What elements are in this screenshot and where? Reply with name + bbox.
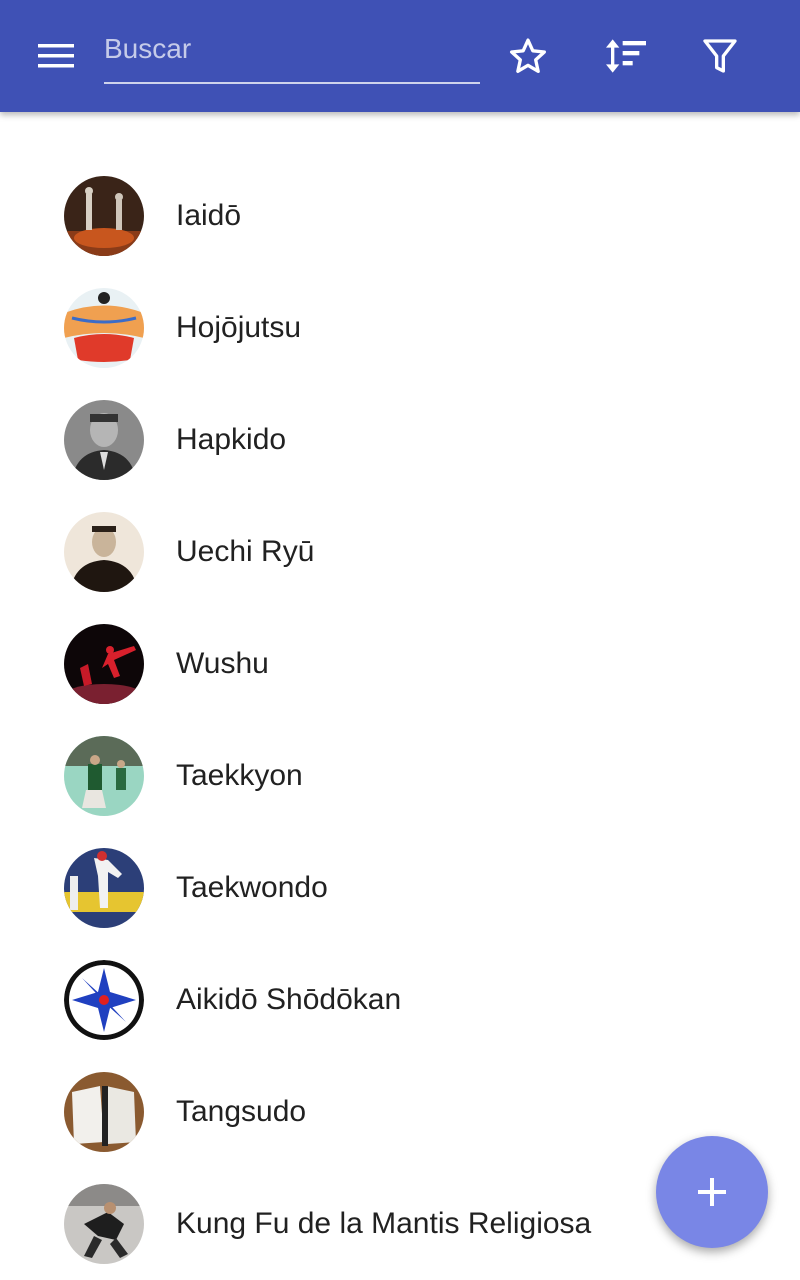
- avatar: [64, 288, 144, 368]
- avatar: [64, 736, 144, 816]
- list-item[interactable]: Uechi Ryū: [0, 496, 800, 608]
- avatar: [64, 1184, 144, 1264]
- sort-icon: [606, 39, 646, 73]
- list-item-label: Taekkyon: [176, 759, 303, 792]
- avatar: [64, 960, 144, 1040]
- list-item[interactable]: Taekkyon: [0, 720, 800, 832]
- list-item[interactable]: Hapkido: [0, 384, 800, 496]
- search-input[interactable]: [104, 26, 480, 72]
- filter-icon: [703, 39, 737, 73]
- list-item-label: Hojōjutsu: [176, 311, 302, 344]
- add-button[interactable]: [656, 1136, 768, 1248]
- list-item[interactable]: Hojōjutsu: [0, 272, 800, 384]
- avatar: [64, 1072, 144, 1152]
- list-item-label: Iaidō: [176, 199, 242, 232]
- list-item[interactable]: Iaidō: [0, 160, 800, 272]
- list-item[interactable]: Wushu: [0, 608, 800, 720]
- avatar: [64, 512, 144, 592]
- martial-arts-list: Iaidō Hojōjutsu Hapkido Uechi Ryū Wushu …: [0, 160, 800, 1280]
- menu-button[interactable]: [28, 32, 84, 80]
- list-item-label: Hapkido: [176, 423, 287, 456]
- list-item-label: Kung Fu de la Mantis Religiosa: [176, 1207, 592, 1240]
- favorites-button[interactable]: [500, 30, 556, 82]
- avatar: [64, 624, 144, 704]
- app-bar: [0, 0, 800, 112]
- avatar: [64, 848, 144, 928]
- filter-button[interactable]: [692, 30, 748, 82]
- list-item-label: Uechi Ryū: [176, 535, 315, 568]
- list-item-label: Taekwondo: [176, 871, 328, 904]
- list-item-label: Wushu: [176, 647, 269, 680]
- avatar: [64, 400, 144, 480]
- list-item[interactable]: Aikidō Shōdōkan: [0, 944, 800, 1056]
- list-item[interactable]: Taekwondo: [0, 832, 800, 944]
- menu-icon: [38, 44, 74, 68]
- list-item-label: Aikidō Shōdōkan: [176, 983, 402, 1016]
- star-outline-icon: [510, 38, 546, 74]
- search-field[interactable]: [104, 26, 480, 84]
- list-item-label: Tangsudo: [176, 1095, 307, 1128]
- avatar: [64, 176, 144, 256]
- plus-icon: [698, 1178, 726, 1206]
- sort-button[interactable]: [596, 30, 652, 82]
